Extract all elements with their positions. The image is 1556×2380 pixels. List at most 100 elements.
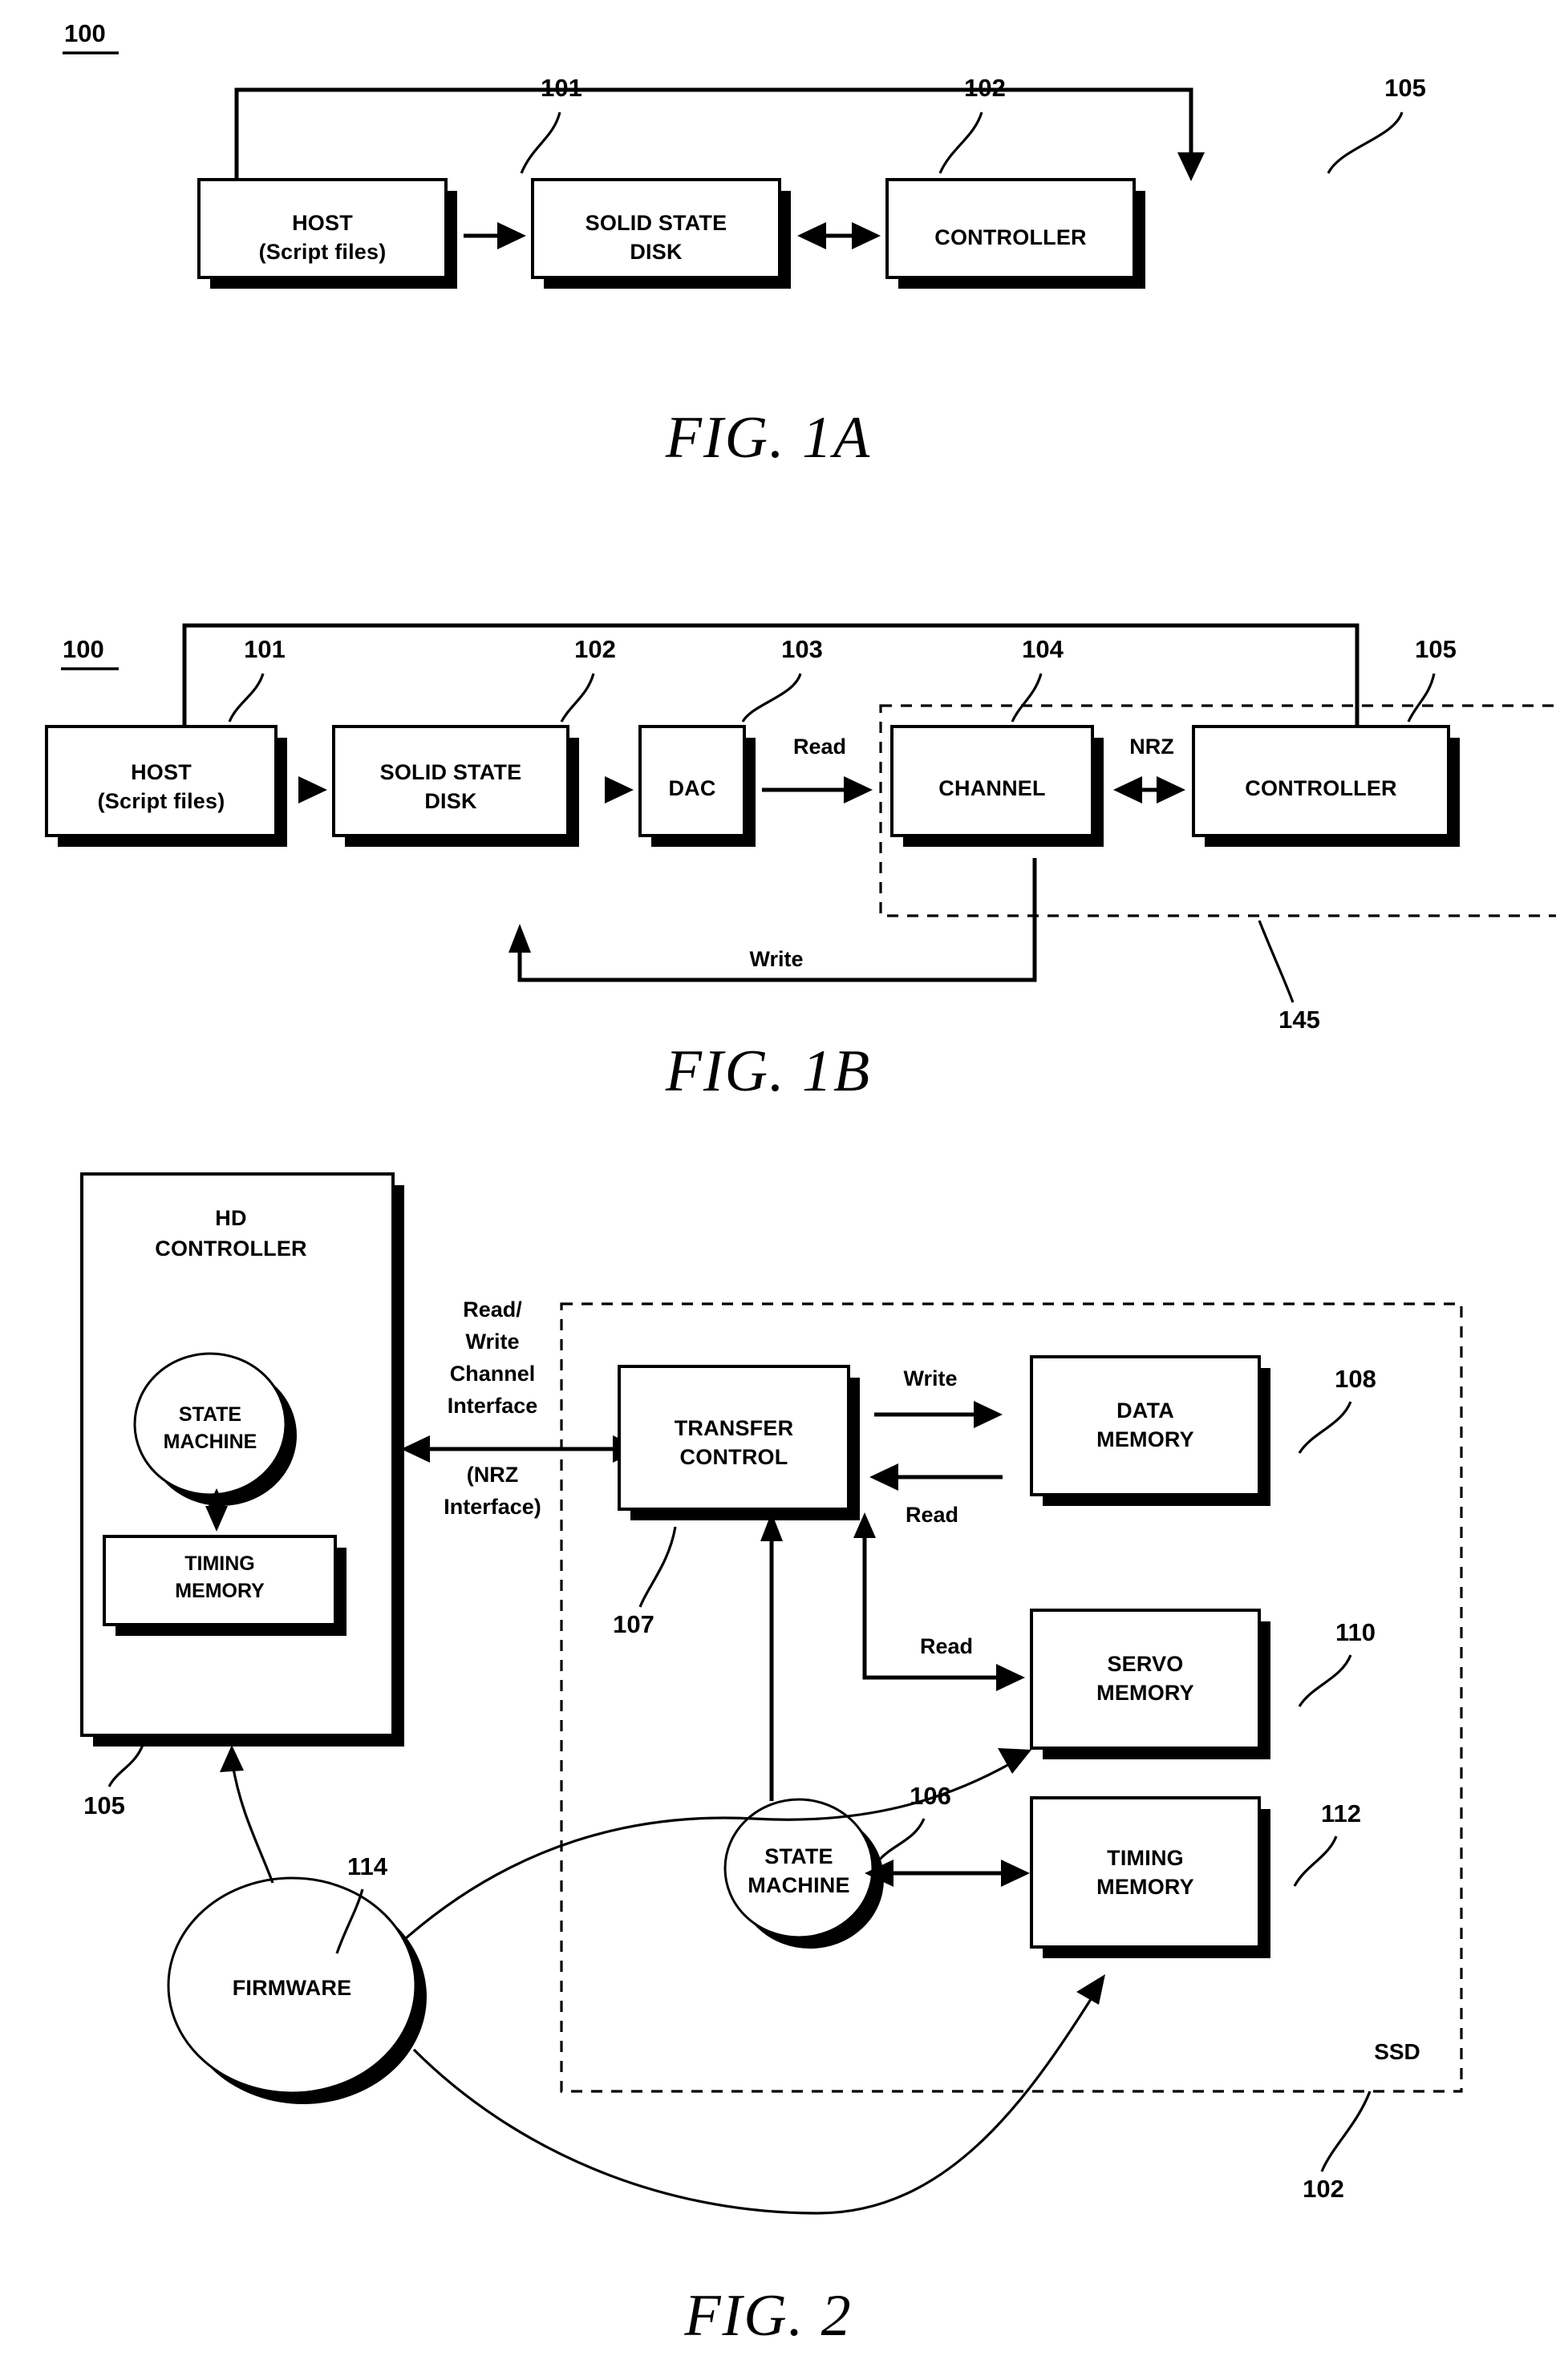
patent-figure-sheet: 100 HOST (Script files) 101 SOLID STATE … <box>0 0 1556 2380</box>
fig2-leader-107 <box>638 1526 677 1608</box>
fig1b-host-label-line1: HOST <box>131 760 192 784</box>
fig2-leader-112 <box>1293 1836 1338 1887</box>
fig2-iface-line2: Write <box>465 1330 519 1354</box>
fig1b-arrowhead-read <box>844 776 873 803</box>
fig2-leader-110 <box>1298 1654 1352 1707</box>
fig2-write-label: Write <box>903 1366 957 1390</box>
fig2-ssd-tm-label-line2: MEMORY <box>1096 1875 1194 1899</box>
fig2-arrowhead-firmware-to-hdc <box>220 1745 244 1772</box>
fig2-ssd-state-machine: STATE MACHINE <box>723 1798 884 1949</box>
fig2-firmware-to-timing-path <box>412 1996 1094 2215</box>
fig2-hdc-tm-label-line1: TIMING <box>184 1552 255 1575</box>
fig1a-arrowhead-right <box>852 222 881 249</box>
fig1b-channel-label: CHANNEL <box>938 776 1045 800</box>
figure-2: HD CONTROLLER 105 STATE MACHINE TIMING M… <box>80 1172 1463 2349</box>
fig2-dm-label-line2: MEMORY <box>1096 1427 1194 1451</box>
fig2-read-data-label: Read <box>906 1503 958 1527</box>
fig1a-feedback-path <box>234 87 1193 180</box>
fig1b-ref-145: 145 <box>1278 1006 1320 1034</box>
fig1a-ssd-box: SOLID STATE DISK <box>531 178 791 289</box>
fig2-arrowhead-write <box>974 1401 1003 1428</box>
fig1b-write-label: Write <box>749 947 803 971</box>
fig2-ssd-sm-label-line2: MACHINE <box>748 1873 849 1897</box>
fig1a-ssd-label-line1: SOLID STATE <box>586 211 727 235</box>
fig1a-leader-105 <box>1327 111 1404 174</box>
fig1b-arrowhead-nrz-right <box>1157 776 1185 803</box>
fig1b-arrowhead-ssd-to-dac <box>605 776 634 803</box>
fig1a-host-box: HOST (Script files) <box>197 178 457 289</box>
fig2-hdc-tm-label-line2: MEMORY <box>175 1580 265 1602</box>
fig1a-title: FIG. 1A <box>665 405 872 471</box>
fig1b-ref-104: 104 <box>1022 635 1064 663</box>
fig2-tc-label-line2: CONTROL <box>680 1445 788 1469</box>
fig1b-controller-label: CONTROLLER <box>1245 776 1396 800</box>
fig1a-arrowhead-host-to-ssd <box>497 222 526 249</box>
fig2-tc-label-line1: TRANSFER <box>675 1416 794 1440</box>
fig2-iface-line3: Channel <box>450 1362 536 1386</box>
fig1a-host-label-line1: HOST <box>292 211 353 235</box>
fig1b-controller-box: CONTROLLER <box>1192 725 1460 847</box>
fig2-iface-line4: Interface <box>448 1394 538 1418</box>
fig2-ref-105: 105 <box>83 1791 125 1819</box>
fig2-firmware-to-hdc-path <box>231 1763 274 1884</box>
fig1b-channel-box: CHANNEL <box>890 725 1104 847</box>
figure-1a: 100 HOST (Script files) 101 SOLID STATE … <box>63 19 1426 471</box>
fig1b-nrz-label: NRZ <box>1129 735 1174 759</box>
fig1a-ref-102: 102 <box>964 74 1006 102</box>
fig1a-ssd-label-line2: DISK <box>630 240 683 264</box>
fig1b-arrowhead-host-to-ssd <box>298 776 327 803</box>
fig2-hdc-timing-memory-box: TIMING MEMORY <box>103 1535 346 1636</box>
fig2-read-servo-label: Read <box>920 1634 973 1658</box>
fig1b-ref-101: 101 <box>244 635 286 663</box>
fig1a-feedback-arrowhead <box>1177 152 1205 181</box>
fig1b-dac-label: DAC <box>668 776 715 800</box>
fig1b-title: FIG. 1B <box>665 1038 872 1104</box>
fig1a-ref-105: 105 <box>1384 74 1426 102</box>
fig2-dm-label-line1: DATA <box>1116 1398 1174 1423</box>
fig2-sm-label-line2: MEMORY <box>1096 1681 1194 1705</box>
fig1b-leader-104 <box>1011 673 1043 722</box>
fig1b-ssd-label-line2: DISK <box>424 789 477 813</box>
fig1b-leader-101 <box>228 673 265 722</box>
fig1a-ref-101: 101 <box>541 74 582 102</box>
fig2-ref-107: 107 <box>613 1610 654 1638</box>
fig2-ref-108: 108 <box>1335 1365 1376 1393</box>
fig2-ref-110: 110 <box>1335 1618 1376 1646</box>
fig1b-feedback-path <box>182 623 1359 739</box>
fig2-iface-arrowhead-left <box>401 1435 430 1463</box>
fig1b-leader-103 <box>741 673 802 722</box>
fig2-sm-label-line1: SERVO <box>1107 1652 1183 1676</box>
fig2-ssd-label: SSD <box>1374 2039 1420 2064</box>
fig2-iface-line1: Read/ <box>463 1297 522 1322</box>
fig1a-controller-box: CONTROLLER <box>885 178 1145 289</box>
figure-canvas: 100 HOST (Script files) 101 SOLID STATE … <box>45 19 1556 2349</box>
fig1b-ref-105: 105 <box>1415 635 1457 663</box>
fig2-ref-114: 114 <box>347 1852 388 1880</box>
fig2-leader-106 <box>876 1818 926 1864</box>
fig2-ssd-timing-memory-box: TIMING MEMORY <box>1030 1796 1270 1958</box>
fig1b-host-box: HOST (Script files) <box>45 725 287 847</box>
fig1b-leader-105 <box>1407 673 1436 722</box>
fig1b-dac-box: DAC <box>638 725 756 847</box>
fig2-data-memory-box: DATA MEMORY <box>1030 1355 1270 1506</box>
fig1b-ref-103: 103 <box>781 635 823 663</box>
fig1b-leader-145 <box>1258 920 1295 1003</box>
fig1b-system-ref: 100 <box>63 635 104 663</box>
fig1b-read-label: Read <box>793 735 846 759</box>
fig2-leader-102 <box>1320 2091 1372 2172</box>
fig2-ref-112: 112 <box>1321 1799 1361 1828</box>
fig1b-host-label-line2: (Script files) <box>98 789 225 813</box>
fig1b-leader-102 <box>560 673 595 722</box>
fig2-arrowhead-read-servo <box>996 1664 1025 1691</box>
fig2-iface-line6: Interface) <box>444 1495 541 1519</box>
fig1b-arrowhead-nrz-left <box>1113 776 1142 803</box>
fig2-transfer-control-box: TRANSFER CONTROL <box>618 1365 860 1520</box>
fig2-iface-line5: (NRZ <box>467 1463 518 1487</box>
fig1a-controller-label: CONTROLLER <box>934 225 1086 249</box>
fig2-arrowhead-firmware-to-servo <box>998 1748 1031 1774</box>
fig2-arrowhead-sm-tm-right <box>1001 1860 1030 1887</box>
fig1b-ssd-box: SOLID STATE DISK <box>332 725 579 847</box>
fig1b-ref-102: 102 <box>574 635 616 663</box>
fig2-ref-106: 106 <box>910 1782 951 1810</box>
fig2-title: FIG. 2 <box>683 2283 852 2349</box>
